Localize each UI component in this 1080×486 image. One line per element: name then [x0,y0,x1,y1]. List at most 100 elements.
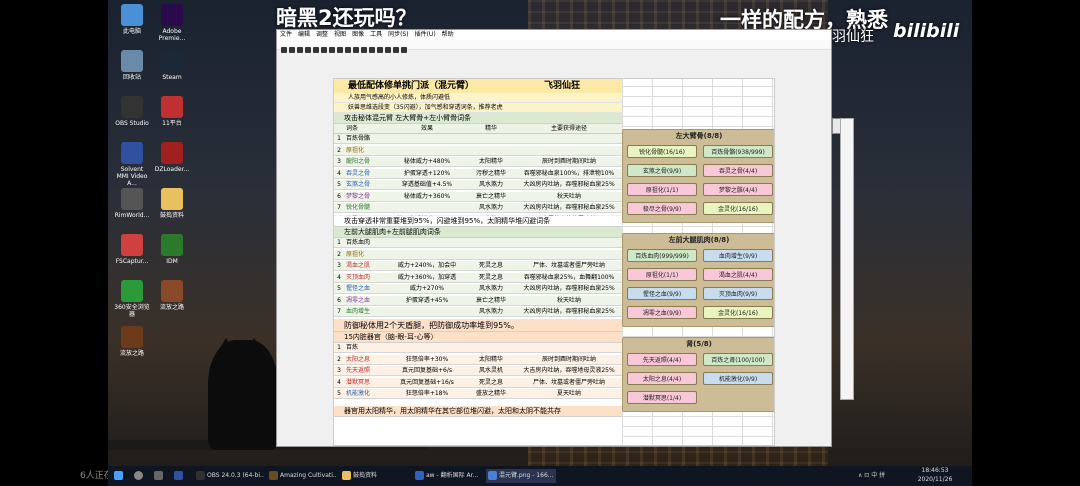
row-index: 6 [337,296,341,304]
toolbar [277,40,831,53]
desktop-icon[interactable]: RimWorld... [114,188,150,219]
taskbar-window-button[interactable]: 鼓捣资料 [340,469,410,483]
trait-button[interactable]: 血肉增生(9/9) [703,249,773,262]
background-window-edge[interactable] [840,118,854,400]
actual-size-icon[interactable] [353,47,359,53]
wallpaper-cat [208,338,278,450]
trait-button[interactable]: 锐化骨髓(16/16) [627,145,697,158]
entry-effect: 真元回复基础+16/s [400,378,454,386]
row-index: 3 [337,158,341,165]
menu-item[interactable]: 图像 [352,31,364,38]
taskbar-window-label: OBS 24.0.3 (64-bi... [207,472,264,479]
menu-item[interactable]: 帮助 [442,31,454,38]
image-viewer-window[interactable]: 文件 编辑 调整 视图 图像 工具 同步(S) 插件(U) 帮助 最低配体修单挑门派（混元臂） 飞… [276,29,832,447]
section-subheading: 15内脏器官（脑-眼-耳-心等） [334,332,622,343]
entry-essence: 风水煞力 [478,204,503,211]
desktop-icon[interactable]: 流放之路 [154,280,190,311]
trait-button[interactable]: 百炼骨骼(938/999) [703,145,773,158]
table-row: 1 百炼血肉 [334,238,622,249]
trait-button[interactable]: 惺怪之血(9/9) [627,287,697,300]
desktop-icon[interactable]: Adobe Premie... [154,4,190,42]
task-view-icon[interactable] [152,469,164,483]
menu-item[interactable]: 视图 [334,31,346,38]
entry-essence: 风水灵机 [478,367,503,374]
crop-icon[interactable] [377,47,383,53]
zoom-in-icon[interactable] [329,47,335,53]
desktop-icon[interactable]: OBS Studio [114,96,150,127]
taskbar-window-button[interactable]: aw - 翻析国际 Ar... [413,469,483,483]
entry-source: 辰时到酉时期间吐纳 [541,158,596,165]
trait-button[interactable]: 凋零之血(9/9) [627,306,697,319]
desktop-icon[interactable]: Steam [154,50,190,81]
menu-item[interactable]: 文件 [280,31,292,38]
panel-title: 左大臂骨(8/8) [675,132,723,140]
taskbar-window-label: Amazing Cultivati... [280,472,337,479]
rotate-right-icon[interactable] [369,47,375,53]
trait-button[interactable]: 机能激化(9/9) [703,372,773,385]
info-icon[interactable] [401,47,407,53]
vs-pinned-icon[interactable] [172,469,184,483]
trait-button[interactable]: 原祖化(1/1) [627,268,697,281]
entry-essence: 风水煞力 [478,285,503,292]
row-index: 2 [337,355,341,363]
print-icon[interactable] [313,47,319,53]
fit-icon[interactable] [345,47,351,53]
trait-button[interactable]: 灭顶血肉(9/9) [703,287,773,300]
clock-date[interactable]: 2020/11/26 [910,475,958,485]
copy-icon[interactable] [321,47,327,53]
menu-item[interactable]: 编辑 [298,31,310,38]
system-tray[interactable]: ∧ ⊡ 中 拼 [856,469,906,483]
row-index: 2 [337,250,341,258]
trait-button[interactable]: 百炼之肾(100/100) [703,353,773,366]
desktop-icon[interactable]: 鼓捣资料 [154,188,190,219]
entry-essence: 衰亡之精华 [475,192,506,200]
desktop-icon[interactable]: 回收站 [114,50,150,81]
save-icon[interactable] [305,47,311,53]
trait-button[interactable]: 原祖化(1/1) [627,183,697,196]
desktop-icon[interactable]: FSCaptur... [114,234,150,265]
menu-item[interactable]: 同步(S) [388,31,409,38]
trait-button[interactable]: 太阳之息(4/4) [627,372,697,385]
entry-name: 龍阳之骨 [346,158,371,165]
zoom-out-icon[interactable] [337,47,343,53]
app-icon [488,471,497,480]
table-row: 5 惺怪之血 威力+270% 风水煞力 大凶房内吐纳，吞噬邪秘血泉25% [334,284,622,295]
app-icon [161,50,183,72]
settings-icon[interactable] [385,47,391,53]
trait-button[interactable]: 百炼血肉(999/999) [627,249,697,262]
desktop-icon[interactable]: 11平台 [154,96,190,127]
fullscreen-icon[interactable] [393,47,399,53]
app-icon [196,471,205,480]
menu-item[interactable]: 工具 [370,31,382,38]
trait-button[interactable]: 先天返照(4/4) [627,353,697,366]
trait-button[interactable]: 金灵化(16/16) [703,202,773,215]
trait-button[interactable]: 金灵化(16/16) [703,306,773,319]
menu-item[interactable]: 调整 [316,31,328,38]
start-button[interactable] [112,469,124,483]
rotate-left-icon[interactable] [361,47,367,53]
open-icon[interactable] [297,47,303,53]
desktop-icon[interactable]: 此电脑 [114,4,150,35]
search-icon[interactable] [132,469,144,483]
desktop-icon[interactable]: Solvent MMI Video A... [114,142,150,187]
prev-icon[interactable] [281,47,287,53]
desktop-icon[interactable]: IDM [154,234,190,265]
desktop-icon[interactable]: 360安全浏览器 [114,280,150,318]
trait-button[interactable]: 梦黎之骸(4/4) [703,183,773,196]
taskbar-window-button[interactable]: Amazing Cultivati... [267,469,337,483]
trait-button[interactable]: 潜默冥思(1/4) [627,391,697,404]
trait-button[interactable]: 玄煞之骨(9/9) [627,164,697,177]
row-index: 5 [337,390,341,397]
next-icon[interactable] [289,47,295,53]
entry-source: 秋天吐纳 [556,192,581,200]
entry-source: 夏天吐纳 [556,390,581,397]
taskbar-window-button[interactable]: OBS 24.0.3 (64-bi... [194,469,264,483]
desktop-icon[interactable]: 流放之路 [114,326,150,357]
desktop-icon[interactable]: DZLoader... [154,142,190,173]
trait-button[interactable]: 吞灵之骨(4/4) [703,164,773,177]
trait-button[interactable]: 极尽之骨(9/9) [627,202,697,215]
table-row: 7 锐化骨髓 风水煞力 大凶房内吐纳，吞噬邪秘血泉25% [334,203,622,214]
menu-item[interactable]: 插件(U) [415,31,436,38]
taskbar-window-button[interactable]: 混元臂.png - 166... [486,469,556,483]
trait-button[interactable]: 渴血之肌(4/4) [703,268,773,281]
